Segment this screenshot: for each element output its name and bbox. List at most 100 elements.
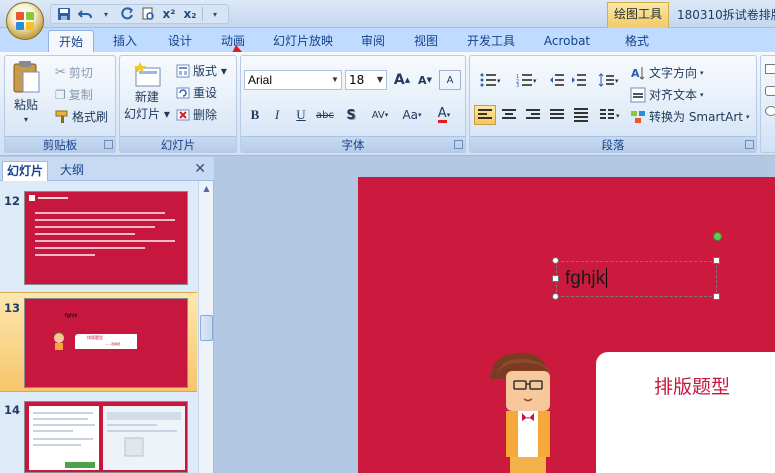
- shape-icon[interactable]: [765, 64, 775, 74]
- copy-icon: ❐: [55, 87, 66, 102]
- underline-button[interactable]: U: [290, 105, 312, 125]
- convert-smartart-button[interactable]: 转换为 SmartArt ▾: [630, 108, 749, 125]
- tab-review[interactable]: 审阅: [351, 30, 395, 52]
- line-spacing-button[interactable]: ▾: [594, 70, 624, 90]
- clear-format-icon: A: [446, 74, 454, 86]
- font-family-select[interactable]: Arial ▼: [244, 70, 342, 90]
- print-preview-icon[interactable]: [139, 5, 157, 23]
- scroll-up-icon[interactable]: ▲: [200, 182, 213, 195]
- office-button[interactable]: [6, 2, 44, 40]
- text-direction-label: 文字方向: [649, 66, 698, 80]
- outdent-icon: [550, 74, 564, 86]
- tab-slides[interactable]: 幻灯片: [2, 161, 49, 181]
- tab-design[interactable]: 设计: [158, 30, 202, 52]
- tab-acrobat[interactable]: Acrobat: [537, 30, 597, 52]
- justify-button[interactable]: [546, 105, 568, 125]
- align-right-button[interactable]: [522, 105, 544, 125]
- columns-button[interactable]: ▾: [596, 105, 626, 125]
- tab-developer[interactable]: 开发工具: [457, 30, 525, 52]
- numbering-button[interactable]: 1 2 3 ▾: [510, 70, 544, 90]
- resize-handle[interactable]: [713, 293, 720, 300]
- format-painter-button[interactable]: 格式刷: [55, 108, 108, 125]
- slide-thumbnail-12[interactable]: [24, 191, 188, 285]
- clipboard-group-label: 剪贴板: [5, 136, 115, 152]
- slide-thumbnail-row-selected[interactable]: 13 fghjk 排版题型 ——选择题: [0, 292, 197, 392]
- customize-qat-icon[interactable]: ▾: [206, 5, 224, 23]
- delete-slide-button[interactable]: 删除: [176, 106, 217, 123]
- resize-handle[interactable]: [552, 293, 559, 300]
- grow-font-icon: A: [393, 72, 405, 88]
- paragraph-group: ▾ 1 2 3 ▾ ▾ A 文字方向 ▾ 对齐文本 ▾ ▾ 转换为 SmartA…: [469, 55, 757, 153]
- text-direction-button[interactable]: A 文字方向 ▾: [630, 64, 704, 81]
- redo-icon[interactable]: [118, 5, 136, 23]
- font-size-select[interactable]: 18 ▼: [345, 70, 387, 90]
- resize-handle[interactable]: [552, 275, 559, 282]
- grow-font-button[interactable]: A ▲: [391, 70, 413, 90]
- italic-button[interactable]: I: [266, 105, 288, 125]
- bold-button[interactable]: B: [244, 105, 266, 125]
- tab-outline[interactable]: 大纲: [56, 161, 88, 181]
- justify-icon: [550, 109, 564, 119]
- clear-formatting-button[interactable]: A: [439, 70, 461, 90]
- tab-format[interactable]: 格式: [613, 30, 661, 52]
- clipboard-dialog-launcher-icon[interactable]: [104, 140, 113, 149]
- strikethrough-button[interactable]: abc: [314, 105, 336, 125]
- distributed-button[interactable]: [570, 105, 592, 125]
- subscript-button[interactable]: x₂: [181, 5, 199, 23]
- shrink-font-button[interactable]: A ▼: [414, 70, 436, 90]
- line-spacing-icon: ▾: [598, 73, 619, 87]
- rotation-handle[interactable]: [713, 232, 722, 241]
- layout-button[interactable]: 版式 ▾: [176, 62, 227, 79]
- copy-button[interactable]: ❐ 复制: [55, 86, 93, 103]
- slide-thumbnail-13[interactable]: fghjk 排版题型 ——选择题: [24, 298, 188, 388]
- tab-insert[interactable]: 插入: [103, 30, 147, 52]
- character-spacing-icon: AV: [371, 109, 385, 121]
- slide-thumbnail-row[interactable]: 14: [0, 397, 197, 473]
- bullets-button[interactable]: ▾: [474, 70, 508, 90]
- increase-indent-button[interactable]: [568, 70, 590, 90]
- shape-icon[interactable]: [765, 106, 775, 116]
- undo-icon[interactable]: [76, 5, 94, 23]
- undo-dropdown-icon[interactable]: ▾: [97, 5, 115, 23]
- tab-slideshow[interactable]: 幻灯片放映: [264, 30, 342, 52]
- decrease-indent-button[interactable]: [546, 70, 568, 90]
- slide-12-preview: [29, 195, 175, 256]
- selected-textbox[interactable]: fghjk: [556, 261, 717, 297]
- cut-button[interactable]: ✂ 剪切: [55, 64, 93, 81]
- font-color-button[interactable]: A ▾: [429, 105, 459, 125]
- slide-thumbnail-row[interactable]: 12: [0, 187, 197, 287]
- align-left-icon: [478, 109, 492, 119]
- font-dialog-launcher-icon[interactable]: [454, 140, 463, 149]
- align-text-icon: [630, 87, 646, 102]
- reset-button[interactable]: 重设: [176, 84, 217, 101]
- align-text-button[interactable]: 对齐文本 ▾: [630, 86, 704, 103]
- change-case-button[interactable]: Aa ▾: [397, 105, 427, 125]
- resize-handle[interactable]: [713, 257, 720, 264]
- save-icon[interactable]: [55, 5, 73, 23]
- paragraph-dialog-launcher-icon[interactable]: [745, 140, 754, 149]
- tab-view[interactable]: 视图: [404, 30, 448, 52]
- numbered-list-icon: 123▾: [516, 74, 537, 87]
- current-slide[interactable]: fghjk 排版题型: [358, 177, 775, 473]
- new-slide-button[interactable]: 新建 幻灯片 ▾: [124, 60, 170, 122]
- align-left-button[interactable]: [474, 105, 496, 125]
- tab-home[interactable]: 开始: [48, 30, 94, 54]
- resize-handle[interactable]: [552, 257, 559, 264]
- character-spacing-button[interactable]: AV ▾: [365, 105, 395, 125]
- scrollbar-thumb[interactable]: [200, 315, 213, 341]
- svg-text:▾: ▾: [533, 77, 537, 85]
- svg-text:3: 3: [516, 83, 519, 87]
- shape-icon[interactable]: [765, 86, 775, 96]
- paste-label: 粘贴: [13, 98, 38, 112]
- font-size-value: 18: [349, 73, 365, 87]
- textbox-text: fghjk: [565, 268, 606, 289]
- svg-text:A: A: [631, 67, 640, 80]
- align-center-button[interactable]: [498, 105, 520, 125]
- textbox-content[interactable]: fghjk: [565, 268, 608, 290]
- paste-button[interactable]: 粘贴 ▾: [11, 60, 41, 124]
- text-shadow-button[interactable]: S: [340, 105, 362, 125]
- close-icon[interactable]: ✕: [194, 161, 206, 177]
- superscript-button[interactable]: x²: [160, 5, 178, 23]
- slides-pane-scrollbar[interactable]: ▲: [198, 181, 213, 473]
- slide-thumbnail-14[interactable]: [24, 401, 188, 473]
